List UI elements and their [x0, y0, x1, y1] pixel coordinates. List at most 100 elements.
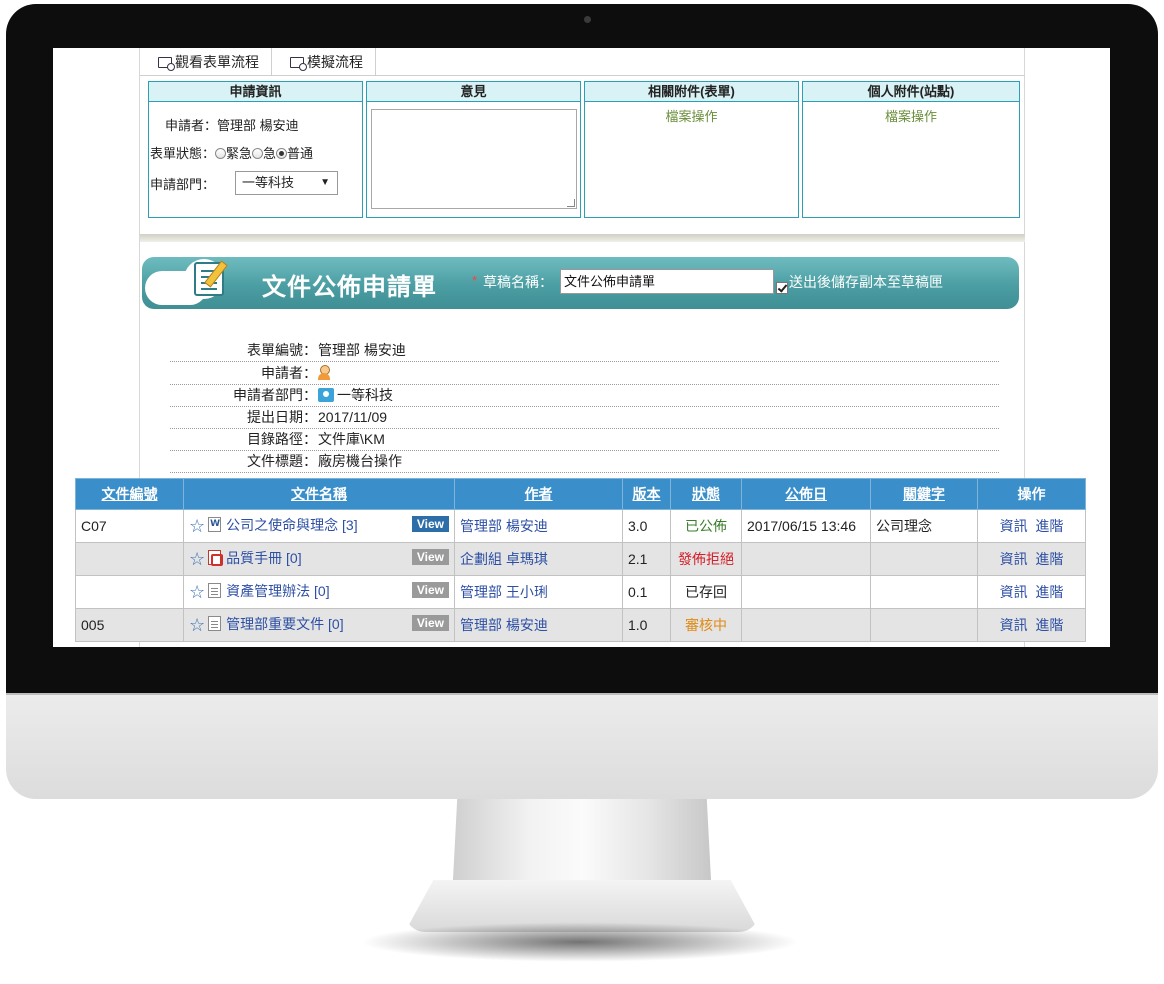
panel-opinion: 意見	[366, 81, 581, 218]
cell-publish-date	[741, 608, 871, 642]
opinion-textarea[interactable]	[371, 109, 577, 209]
detail-value: 管理部 楊安迪	[318, 342, 406, 358]
favorite-star-icon[interactable]: ☆	[189, 582, 205, 602]
favorite-star-icon[interactable]: ☆	[189, 615, 205, 635]
cell-actions: 資訊 進階	[977, 542, 1086, 576]
view-button[interactable]: View	[411, 549, 449, 565]
info-link[interactable]: 資訊	[1000, 584, 1028, 600]
file-operation-link[interactable]: 檔案操作	[585, 106, 798, 125]
detail-label: 申請者：	[261, 365, 317, 381]
view-button[interactable]: View	[411, 516, 449, 532]
cell-actions: 資訊 進階	[977, 575, 1086, 609]
advanced-link[interactable]: 進階	[1035, 518, 1063, 534]
col-header-doc-number[interactable]: 文件編號	[75, 478, 184, 510]
cell-author[interactable]: 管理部 楊安迪	[454, 509, 623, 543]
detail-label: 申請者部門：	[233, 387, 317, 403]
cell-author[interactable]: 企劃組 卓瑪琪	[454, 542, 623, 576]
panel-form-attachments: 相關附件(表單) 檔案操作	[584, 81, 799, 218]
info-link[interactable]: 資訊	[1000, 551, 1028, 567]
cell-doc-number: C07	[75, 509, 184, 543]
cell-doc-name: ☆ 品質手冊 [0] View	[183, 542, 455, 576]
cell-version: 1.0	[622, 608, 671, 642]
detail-label: 目錄路徑：	[247, 431, 317, 447]
col-header-version[interactable]: 版本	[622, 478, 671, 510]
table-header-row: 文件編號 文件名稱 作者 版本 狀態 公佈日 關鍵字 操作	[75, 478, 1086, 510]
detail-value: 廠房機台操作	[318, 453, 402, 469]
col-header-author[interactable]: 作者	[454, 478, 623, 510]
panel-header: 個人附件(站點)	[803, 82, 1019, 102]
radio-urgent[interactable]	[215, 148, 227, 159]
tab-view-flow[interactable]: 觀看表單流程	[140, 48, 272, 76]
table-row: 005 ☆ 管理部重要文件 [0] View 管理部 楊安迪 1.0 審核中 資訊 …	[75, 608, 1086, 642]
col-header-publish-date[interactable]: 公佈日	[741, 478, 871, 510]
document-table: 文件編號 文件名稱 作者 版本 狀態 公佈日 關鍵字 操作 C07 ☆ 公司之使命…	[75, 478, 1086, 642]
dept-label: 申請部門：	[150, 177, 216, 192]
radio-label: 急	[263, 146, 277, 161]
doc-name-link[interactable]: 資產管理辦法 [0]	[226, 583, 329, 599]
cell-doc-number: 005	[75, 608, 184, 642]
stand-shadow	[360, 922, 800, 962]
required-mark: *	[472, 273, 478, 288]
doc-name-link[interactable]: 公司之使命與理念 [3]	[226, 517, 357, 533]
favorite-star-icon[interactable]: ☆	[189, 549, 205, 569]
dept-select[interactable]: 一等科技 ▼	[235, 171, 338, 195]
col-header-doc-name[interactable]: 文件名稱	[183, 478, 455, 510]
cell-doc-name: ☆ 管理部重要文件 [0] View	[183, 608, 455, 642]
tab-label: 模擬流程	[307, 54, 363, 70]
doc-name-link[interactable]: 品質手冊 [0]	[226, 550, 301, 566]
flow-simulate-icon	[290, 56, 307, 71]
detail-value: 一等科技	[318, 385, 393, 405]
col-header-keyword[interactable]: 關鍵字	[870, 478, 978, 510]
view-button[interactable]: View	[411, 615, 449, 631]
radio-label: 緊急	[226, 146, 253, 161]
cell-keyword	[870, 608, 978, 642]
info-link[interactable]: 資訊	[1000, 518, 1028, 534]
panel-header: 申請資訊	[149, 82, 362, 102]
cell-doc-number	[75, 575, 184, 609]
table-row: ☆ 資產管理辦法 [0] View 管理部 王小琍 0.1 已存回 資訊 進階	[75, 575, 1086, 609]
person-icon	[318, 365, 330, 380]
cell-actions: 資訊 進階	[977, 509, 1086, 543]
panel-header: 相關附件(表單)	[585, 82, 798, 102]
radio-rush[interactable]	[252, 148, 264, 159]
save-copy-checkbox[interactable]	[776, 282, 788, 294]
text-doc-icon	[208, 616, 222, 631]
detail-row-applicant-dept: 申請者部門： 一等科技	[170, 385, 999, 407]
info-link[interactable]: 資訊	[1000, 617, 1028, 633]
applicant-row: 申請者：管理部 楊安迪	[165, 115, 299, 134]
doc-name-link[interactable]: 管理部重要文件 [0]	[226, 616, 343, 632]
radio-normal[interactable]	[276, 148, 288, 159]
applicant-label: 申請者：	[165, 118, 218, 133]
word-doc-icon	[208, 517, 222, 532]
advanced-link[interactable]: 進階	[1035, 551, 1063, 567]
panel-apply-info: 申請資訊 申請者：管理部 楊安迪 表單狀態： 緊急急普通 申請部門： 一等科技 ▼	[148, 81, 363, 218]
cell-author[interactable]: 管理部 楊安迪	[454, 608, 623, 642]
draft-name-label: 草稿名稱：	[483, 274, 553, 290]
cell-publish-date	[741, 575, 871, 609]
form-title: 文件公佈申請單	[262, 274, 437, 301]
camera-dot	[584, 16, 591, 23]
cell-status: 已公佈	[670, 509, 742, 543]
dept-name: 一等科技	[337, 387, 393, 403]
favorite-star-icon[interactable]: ☆	[189, 516, 205, 536]
detail-value	[318, 363, 330, 383]
section-divider	[140, 234, 1025, 242]
detail-value: 2017/11/09	[318, 409, 388, 425]
advanced-link[interactable]: 進階	[1035, 584, 1063, 600]
pdf-icon	[208, 550, 224, 566]
view-button[interactable]: View	[411, 582, 449, 598]
cell-status: 已存回	[670, 575, 742, 609]
radio-label: 普通	[287, 146, 314, 161]
panel-header: 意見	[367, 82, 580, 102]
cell-status: 審核中	[670, 608, 742, 642]
file-operation-link[interactable]: 檔案操作	[803, 106, 1019, 125]
cell-keyword: 公司理念	[870, 509, 978, 543]
advanced-link[interactable]: 進階	[1035, 617, 1063, 633]
panel-personal-attachments: 個人附件(站點) 檔案操作	[802, 81, 1020, 218]
detail-label: 提出日期：	[247, 409, 317, 425]
cell-author[interactable]: 管理部 王小琍	[454, 575, 623, 609]
col-header-status[interactable]: 狀態	[670, 478, 742, 510]
draft-name-input[interactable]: 文件公佈申請單	[560, 269, 774, 294]
tab-simulate-flow[interactable]: 模擬流程	[272, 48, 376, 76]
form-status-row: 表單狀態： 緊急急普通	[150, 143, 313, 162]
